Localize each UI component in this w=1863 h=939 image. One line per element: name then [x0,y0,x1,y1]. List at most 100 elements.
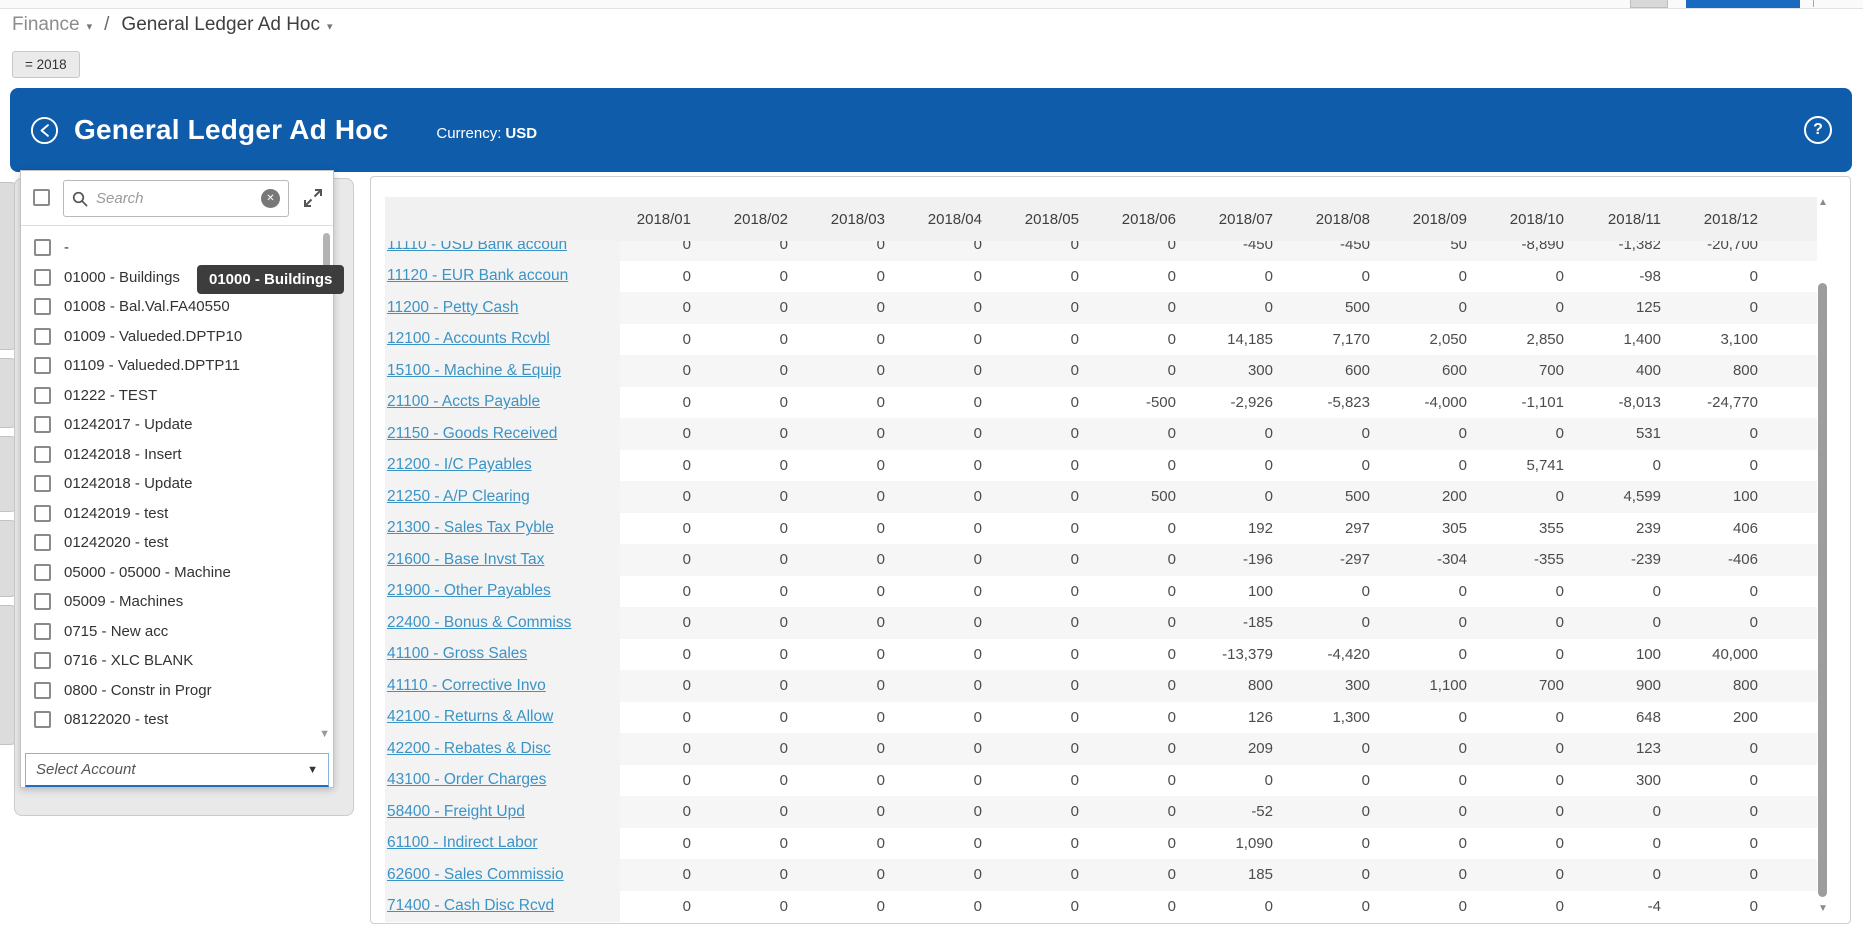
account-option[interactable]: 01242019 - test [21,499,333,529]
account-option-checkbox[interactable] [34,623,51,640]
account-option[interactable]: 01242017 - Update [21,410,333,440]
account-link[interactable]: 61100 - Indirect Labor [387,834,538,852]
breadcrumb-page[interactable]: General Ledger Ad Hoc [121,14,320,36]
account-link[interactable]: 15100 - Machine & Equip [387,362,561,380]
account-option-checkbox[interactable] [34,357,51,374]
account-link[interactable]: 21250 - A/P Clearing [387,488,530,506]
value-cell: -13,379 [1202,646,1299,663]
account-link[interactable]: 21200 - I/C Payables [387,456,532,474]
value-cell: 0 [1105,551,1202,568]
account-option-checkbox[interactable] [34,269,51,286]
account-option[interactable]: 0716 - XLC BLANK [21,646,333,676]
account-link[interactable]: 21900 - Other Payables [387,582,551,600]
account-link[interactable]: 43100 - Order Charges [387,771,546,789]
account-option-checkbox[interactable] [34,328,51,345]
account-option[interactable]: 08122020 - test [21,705,333,735]
account-link[interactable]: 21100 - Accts Payable [387,393,540,411]
account-option[interactable]: 05009 - Machines [21,587,333,617]
account-link[interactable]: 58400 - Freight Upd [387,803,525,821]
back-button[interactable] [30,116,59,145]
account-link[interactable]: 42200 - Rebates & Disc [387,740,551,758]
account-option-checkbox[interactable] [34,564,51,581]
account-option-checkbox[interactable] [34,387,51,404]
account-link[interactable]: 21600 - Base Invst Tax [387,551,544,569]
help-icon[interactable]: ? [1804,116,1832,144]
chevron-down-icon[interactable]: ▾ [87,20,93,33]
value-cell: 500 [1299,488,1396,505]
account-option[interactable]: 01242018 - Insert [21,440,333,470]
account-option[interactable]: 0800 - Constr in Progr [21,676,333,706]
value-cell: 0 [911,614,1008,631]
account-option-checkbox[interactable] [34,505,51,522]
expand-icon[interactable] [301,186,325,210]
account-option-checkbox[interactable] [34,534,51,551]
value-cell: -5,823 [1299,394,1396,411]
account-option-checkbox[interactable] [34,239,51,256]
value-cell: 0 [717,646,814,663]
account-link[interactable]: 21150 - Goods Received [387,425,557,443]
account-option[interactable]: - [21,233,333,263]
account-option-checkbox[interactable] [34,416,51,433]
value-cell: 0 [814,488,911,505]
value-cell: 7,170 [1299,331,1396,348]
value-cell: 0 [1105,268,1202,285]
account-option-checkbox[interactable] [34,298,51,315]
grid-vertical-scrollbar[interactable]: ▲ ▼ [1818,197,1828,905]
select-account-dropdown[interactable]: Select Account ▼ [25,753,329,787]
value-cell: 0 [911,268,1008,285]
account-link[interactable]: 11200 - Petty Cash [387,299,519,317]
scroll-down-icon[interactable]: ▼ [1818,903,1828,914]
account-option-checkbox[interactable] [34,652,51,669]
account-option[interactable]: 01008 - Bal.Val.FA40550 [21,292,333,322]
year-filter-chip[interactable]: = 2018 [12,51,80,78]
account-cell: 11120 - EUR Bank accoun [385,261,620,293]
account-option-checkbox[interactable] [34,475,51,492]
value-cell: 0 [1493,772,1590,789]
value-cell: 0 [1008,425,1105,442]
account-option[interactable]: 01222 - TEST [21,381,333,411]
value-cell: 0 [1590,803,1687,820]
clear-search-icon[interactable]: ✕ [261,189,280,208]
page: Finance ▾ / General Ledger Ad Hoc ▾ = 20… [0,0,1863,939]
select-all-checkbox[interactable] [33,189,50,206]
value-cell: 0 [1687,425,1784,442]
value-cell: 0 [620,866,717,883]
account-option-checkbox[interactable] [34,446,51,463]
account-option-checkbox[interactable] [34,682,51,699]
account-link[interactable]: 41110 - Corrective Invo [387,677,546,695]
account-option[interactable]: 01109 - Valueded.DPTP11 [21,351,333,381]
account-option-label: 01008 - Bal.Val.FA40550 [64,298,230,315]
scrollbar-thumb[interactable] [1818,283,1827,897]
search-input[interactable] [96,190,253,207]
account-link[interactable]: 62600 - Sales Commissio [387,866,564,884]
account-link[interactable]: 11120 - EUR Bank accoun [387,267,568,285]
account-link[interactable]: 42100 - Returns & Allow [387,708,553,726]
value-cell: 14,185 [1202,331,1299,348]
account-link[interactable]: 41100 - Gross Sales [387,645,527,663]
account-option[interactable]: 01242018 - Update [21,469,333,499]
breadcrumb-section[interactable]: Finance [12,14,80,36]
account-option-checkbox[interactable] [34,711,51,728]
account-option[interactable]: 01242020 - test [21,528,333,558]
list-scroll-down-icon[interactable]: ▼ [319,728,330,740]
account-option[interactable]: 0715 - New acc [21,617,333,647]
value-cell: 700 [1493,362,1590,379]
account-option[interactable]: 01009 - Valueded.DPTP10 [21,322,333,352]
search-icon [72,191,88,207]
account-link[interactable]: 71400 - Cash Disc Rcvd [387,897,554,915]
value-cell: -450 [1202,241,1299,253]
scroll-up-icon[interactable]: ▲ [1818,197,1828,208]
value-cell: 0 [717,614,814,631]
account-link[interactable]: 11110 - USD Bank accoun [387,241,567,254]
value-cell: 0 [717,709,814,726]
value-cell: 0 [1493,268,1590,285]
account-link[interactable]: 22400 - Bonus & Commiss [387,614,571,632]
account-link[interactable]: 12100 - Accounts Rcvbl [387,330,550,348]
account-option-checkbox[interactable] [34,593,51,610]
table-row: 21250 - A/P Clearing00000500050020004,59… [385,481,1817,513]
account-option[interactable]: 05000 - 05000 - Machine [21,558,333,588]
account-link[interactable]: 21300 - Sales Tax Pyble [387,519,554,537]
value-cell: 297 [1299,520,1396,537]
chevron-down-icon[interactable]: ▾ [327,20,333,33]
value-cell: 0 [1687,835,1784,852]
